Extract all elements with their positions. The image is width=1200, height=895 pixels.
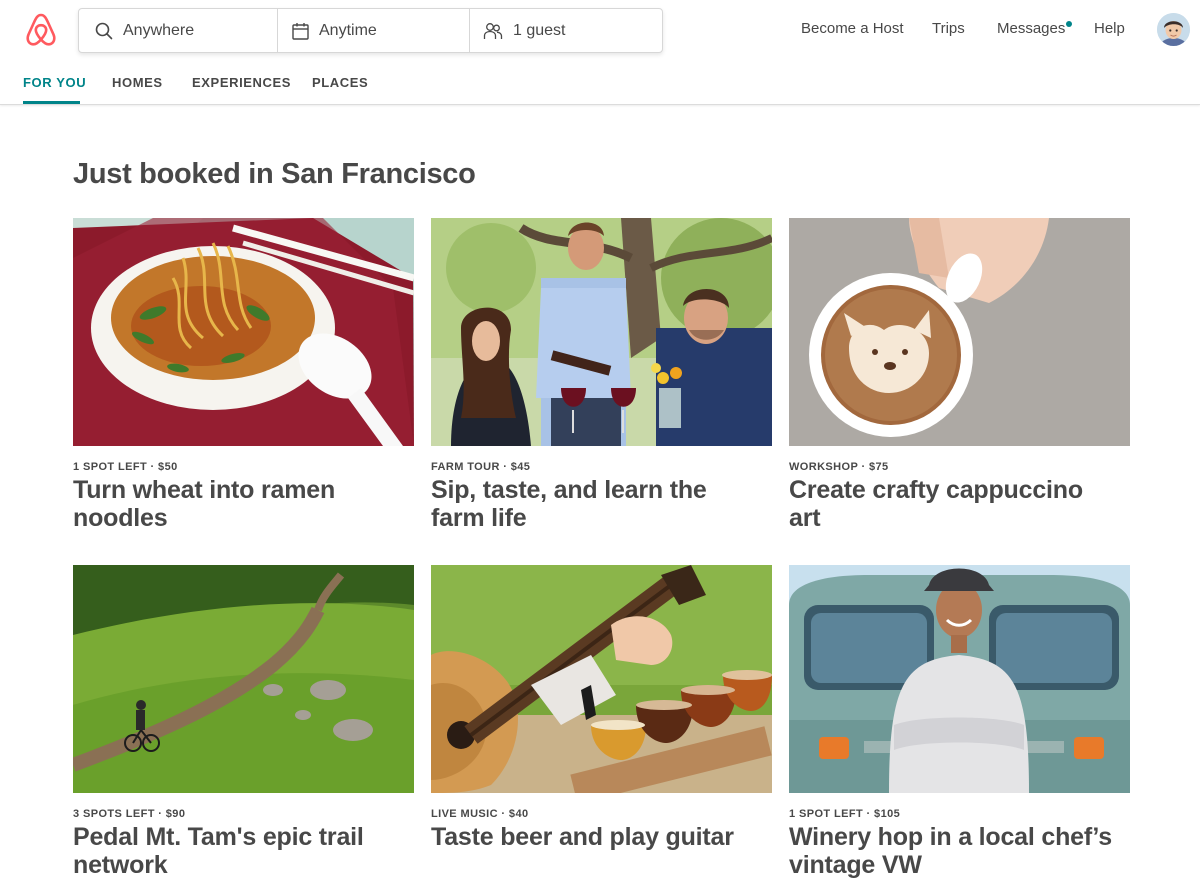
calendar-icon (292, 22, 309, 40)
guests-value: 1 guest (513, 21, 566, 39)
date-search-field[interactable]: Anytime (277, 9, 469, 52)
card-image (73, 218, 414, 446)
location-search-field[interactable]: Anywhere (79, 9, 277, 52)
card-image (431, 218, 772, 446)
card-meta: WORKSHOP · $75 (789, 461, 889, 473)
card-image (789, 218, 1130, 446)
card-title: Taste beer and play guitar (431, 823, 734, 851)
card-title: Sip, taste, and learn the farm life (431, 476, 707, 532)
trips-link[interactable]: Trips (932, 20, 965, 40)
card-title: Turn wheat into ramen noodles (73, 476, 336, 532)
unread-indicator (1066, 21, 1073, 27)
help-link[interactable]: Help (1094, 20, 1125, 40)
card-image (73, 565, 414, 793)
card-title: Create crafty cappuccino art (789, 476, 1083, 532)
tab-for-you[interactable]: FOR YOU (23, 75, 86, 90)
tab-experiences[interactable]: EXPERIENCES (192, 75, 291, 90)
card-meta: FARM TOUR · $45 (431, 461, 531, 473)
section-title: Just booked in San Francisco (73, 158, 476, 190)
active-tab-indicator (23, 101, 80, 104)
guests-icon (483, 22, 503, 39)
dates-value: Anytime (319, 21, 377, 39)
messages-label: Messages (997, 20, 1066, 37)
card-title: Pedal Mt. Tam's epic trail network (73, 823, 364, 879)
card-title: Winery hop in a local chef’s vintage VW (789, 823, 1112, 879)
search-icon (95, 22, 113, 39)
card-image (431, 565, 772, 793)
messages-link[interactable]: Messages (997, 20, 1073, 40)
card-meta: 3 SPOTS LEFT · $90 (73, 808, 186, 820)
airbnb-logo-icon[interactable] (24, 12, 58, 48)
guests-search-field[interactable]: 1 guest (469, 9, 662, 52)
top-header: Anywhere Anytime 1 guest Become a Host T… (0, 0, 1200, 105)
card-meta: 1 SPOT LEFT · $50 (73, 461, 178, 473)
location-value: Anywhere (123, 21, 195, 39)
tab-homes[interactable]: HOMES (112, 75, 163, 90)
become-host-link[interactable]: Become a Host (801, 20, 904, 40)
card-image (789, 565, 1130, 793)
tab-places[interactable]: PLACES (312, 75, 368, 90)
user-avatar[interactable] (1157, 13, 1190, 46)
search-bar: Anywhere Anytime 1 guest (78, 8, 663, 53)
card-meta: LIVE MUSIC · $40 (431, 808, 529, 820)
card-meta: 1 SPOT LEFT · $105 (789, 808, 901, 820)
